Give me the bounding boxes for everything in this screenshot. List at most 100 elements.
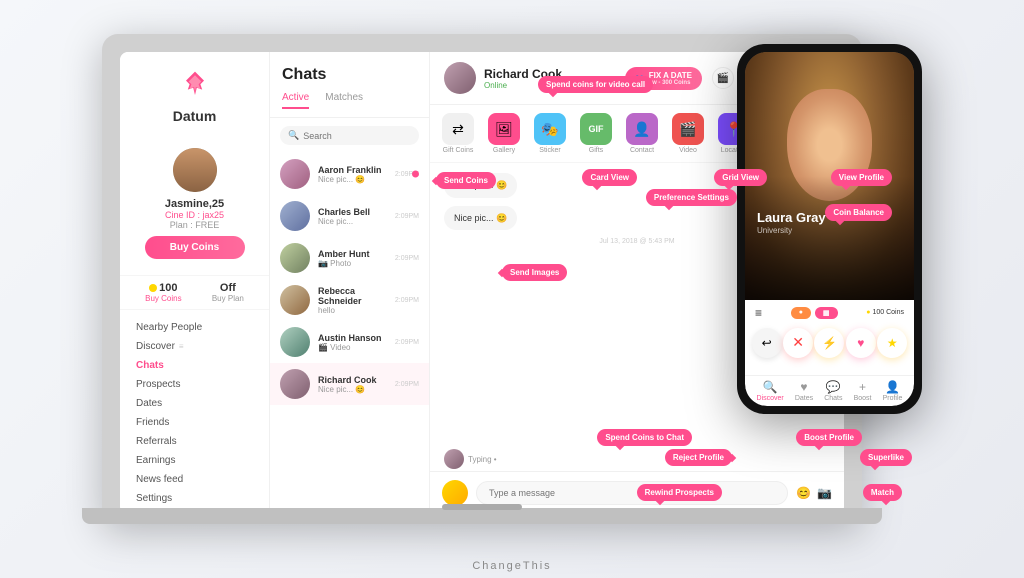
- chat-preview: Nice pic... 😊: [318, 385, 391, 394]
- sidebar-item-nearby[interactable]: Nearby People: [136, 318, 269, 337]
- gallery-icon: 🖼: [488, 113, 520, 145]
- discover-nav-icon: 🔍: [763, 380, 778, 394]
- fix-date-content: FIX A DATE 1w - 300 Coins: [649, 71, 692, 86]
- chat-tab-active[interactable]: Active: [282, 92, 309, 109]
- chat-info: Amber Hunt 📷 Photo: [318, 249, 391, 268]
- gallery-action[interactable]: 🖼 Gallery: [488, 113, 520, 154]
- emoji-icon[interactable]: 😊: [796, 486, 811, 500]
- coins-section: 100 Buy Coins Off Buy Plan: [120, 275, 269, 310]
- contact-action[interactable]: 👤 Contact: [626, 113, 658, 154]
- video-action[interactable]: 🎬 Video: [672, 113, 704, 154]
- grid-view-toggle[interactable]: ▦: [815, 307, 838, 319]
- chat-name: Richard Cook: [318, 375, 391, 385]
- off-amount: Off: [220, 282, 236, 294]
- buy-coins-button[interactable]: Buy Coins: [145, 236, 245, 259]
- rewind-button[interactable]: ↩: [752, 328, 782, 358]
- coin-dot: [149, 284, 157, 292]
- sidebar-item-friends[interactable]: Friends: [136, 413, 269, 432]
- sidebar-item-discover[interactable]: Discover ≡: [136, 337, 269, 356]
- phone-toggle: ● ▦: [791, 307, 838, 319]
- user-name: Jasmine,25: [165, 198, 224, 210]
- chat-time: 2:09PM: [395, 339, 419, 346]
- list-item[interactable]: Richard Cook Nice pic... 😊 2:09PM: [270, 363, 429, 405]
- user-profile: Jasmine,25 Cine ID : jax25 Plan : FREE B…: [120, 148, 269, 275]
- list-item[interactable]: Aaron Franklin Nice pic... 😊 2:09PM: [270, 153, 429, 195]
- search-box[interactable]: 🔍: [280, 126, 419, 145]
- chat-preview: 📷 Photo: [318, 259, 391, 268]
- phone-body: Laura Gray University ≡ ● ▦ ● 100 Coins: [737, 44, 922, 414]
- app-logo: Datum: [120, 68, 269, 124]
- buy-plan-link[interactable]: Buy Plan: [212, 294, 244, 303]
- logo-text: Datum: [173, 108, 217, 124]
- chat-name: Rebecca Schneider: [318, 286, 391, 306]
- gallery-label: Gallery: [493, 147, 515, 154]
- tooltip-superlike: Superlike: [860, 449, 912, 466]
- chat-avatar: [280, 327, 310, 357]
- sticker-action[interactable]: 🎭 Sticker: [534, 113, 566, 154]
- sidebar-item-referrals[interactable]: Referrals: [136, 432, 269, 451]
- superlike-button[interactable]: ★: [877, 328, 907, 358]
- filter-icon[interactable]: ≡: [755, 306, 762, 320]
- chat-avatar: [280, 285, 310, 315]
- unread-indicator: [412, 171, 419, 178]
- sidebar-item-newsfeed[interactable]: News feed: [136, 470, 269, 489]
- boost-button[interactable]: ⚡: [814, 328, 844, 358]
- chat-preview: hello: [318, 306, 391, 315]
- sidebar-item-chats[interactable]: Chats: [136, 356, 269, 375]
- boost-nav-icon: +: [859, 380, 866, 394]
- card-view-toggle[interactable]: ●: [791, 307, 811, 319]
- chat-contact-avatar: [444, 62, 476, 94]
- discover-nav-label: Discover: [757, 395, 784, 402]
- phone-nav-chats[interactable]: 💬 Chats: [824, 380, 842, 402]
- avatar-img: [173, 148, 217, 192]
- video-label: Video: [679, 147, 697, 154]
- logo-icon: [177, 68, 213, 104]
- list-item[interactable]: Rebecca Schneider hello 2:09PM: [270, 279, 429, 321]
- buy-coins-link[interactable]: Buy Coins: [145, 294, 181, 303]
- phone-nav-boost[interactable]: + Boost: [854, 380, 872, 402]
- gifts-action[interactable]: GIF Gifts: [580, 113, 612, 154]
- chat-tab-matches[interactable]: Matches: [325, 92, 363, 109]
- user-plan: Plan : FREE: [170, 220, 220, 230]
- chat-time: 2:09PM: [395, 255, 419, 262]
- profile-nav-icon: 👤: [885, 380, 900, 394]
- chat-list-header: Chats: [270, 52, 429, 92]
- like-button[interactable]: ♥: [846, 328, 876, 358]
- chats-nav-label: Chats: [824, 395, 842, 402]
- buy-plan-item: Off Buy Plan: [212, 282, 244, 303]
- chat-time: 2:09PM: [395, 381, 419, 388]
- tooltip-view-profile: View Profile: [831, 169, 892, 186]
- chat-avatar: [280, 201, 310, 231]
- sidebar-item-prospects[interactable]: Prospects: [136, 375, 269, 394]
- chat-message-input[interactable]: [476, 481, 788, 505]
- sidebar-item-settings[interactable]: Settings: [136, 489, 269, 508]
- list-item[interactable]: Amber Hunt 📷 Photo 2:09PM: [270, 237, 429, 279]
- chat-info: Charles Bell Nice pic...: [318, 207, 391, 226]
- chat-list-panel: Chats Active Matches 🔍 Aaron Franklin Ni…: [270, 52, 430, 514]
- chat-name: Aaron Franklin: [318, 165, 391, 175]
- sidebar-item-dates[interactable]: Dates: [136, 394, 269, 413]
- video-call-icon[interactable]: 🎬: [712, 67, 734, 89]
- message-bubble: Nice pic... 😊: [444, 206, 517, 231]
- phone-nav-discover[interactable]: 🔍 Discover: [757, 380, 784, 402]
- phone-nav-dates[interactable]: ♥ Dates: [795, 380, 813, 402]
- list-item[interactable]: Austin Hanson 🎬 Video 2:09PM: [270, 321, 429, 363]
- phone-action-buttons: ↩ ✕ ⚡ ♥ ★: [745, 324, 914, 366]
- contact-label: Contact: [630, 147, 654, 154]
- camera-icon[interactable]: 📷: [817, 486, 832, 500]
- phone-action-bar: ≡ ● ▦ ● 100 Coins ↩ ✕ ⚡: [745, 300, 914, 406]
- chat-avatar: [280, 243, 310, 273]
- chat-avatar: [280, 159, 310, 189]
- chat-name: Austin Hanson: [318, 333, 391, 343]
- chat-avatar: [280, 369, 310, 399]
- video-icon: 🎬: [672, 113, 704, 145]
- list-item[interactable]: Charles Bell Nice pic... 2:09PM: [270, 195, 429, 237]
- reject-button[interactable]: ✕: [783, 328, 813, 358]
- search-input[interactable]: [303, 131, 411, 141]
- sidebar-item-earnings[interactable]: Earnings: [136, 451, 269, 470]
- phone-nav-profile[interactable]: 👤 Profile: [883, 380, 903, 402]
- tooltip-reject-profile: Reject Profile: [665, 449, 732, 466]
- gift-coins-action[interactable]: ⇄ Gift Coins: [442, 113, 474, 154]
- sticker-label: Sticker: [539, 147, 560, 154]
- boost-nav-label: Boost: [854, 395, 872, 402]
